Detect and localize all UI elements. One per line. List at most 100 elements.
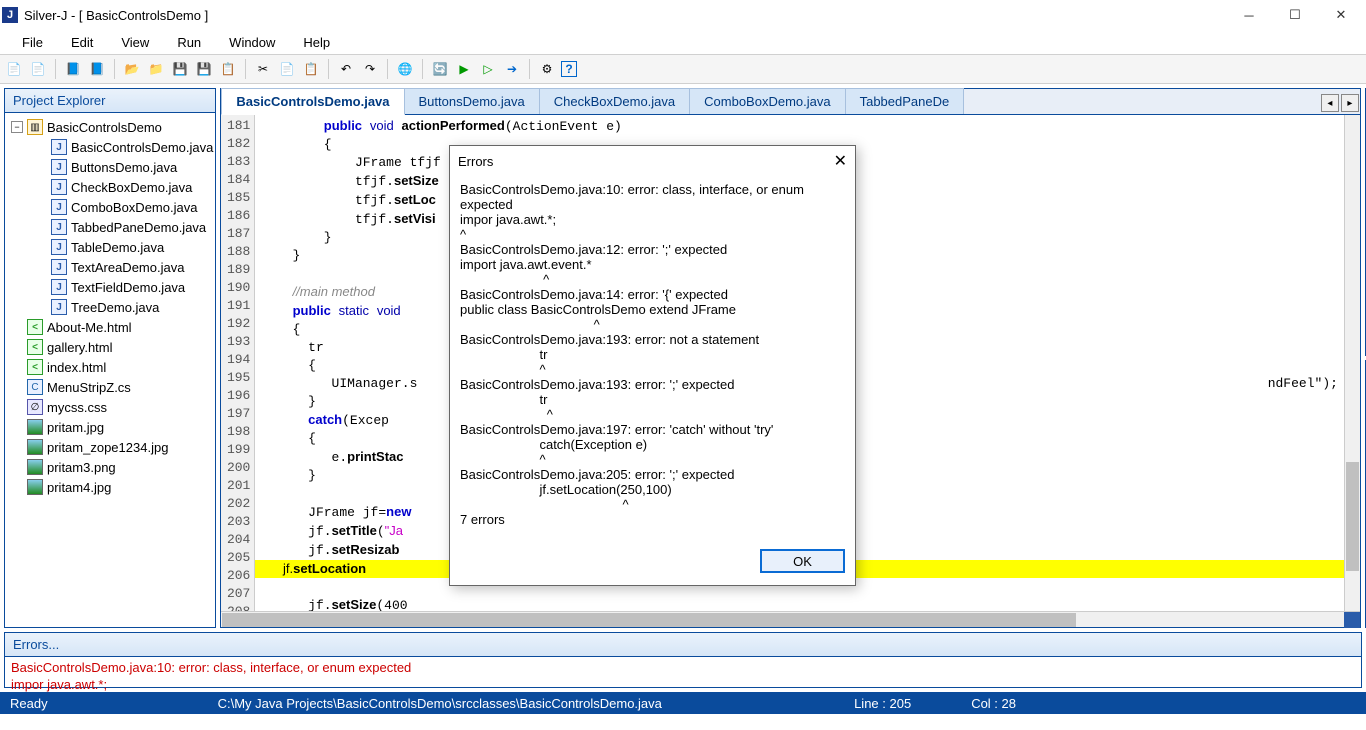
redo-icon[interactable]: ↷ xyxy=(360,59,380,79)
menu-view[interactable]: View xyxy=(107,32,163,53)
tree-item[interactable]: pritam_zope1234.jpg xyxy=(7,437,213,457)
titlebar: J Silver-J - [ BasicControlsDemo ] ─ ☐ ✕ xyxy=(0,0,1366,30)
java-file-icon: J xyxy=(51,199,67,215)
tree-item[interactable]: <About-Me.html xyxy=(7,317,213,337)
tree-item[interactable]: <gallery.html xyxy=(7,337,213,357)
tab-buttonsdemo[interactable]: ButtonsDemo.java xyxy=(404,88,540,114)
web-icon[interactable]: 🌐 xyxy=(395,59,415,79)
horizontal-scrollbar[interactable] xyxy=(221,611,1360,627)
html-file-icon: < xyxy=(27,319,43,335)
tab-scroll-right-icon[interactable]: ▸ xyxy=(1341,94,1359,112)
tab-checkboxdemo[interactable]: CheckBoxDemo.java xyxy=(539,88,690,114)
new-file-icon[interactable]: 📄 xyxy=(28,59,48,79)
vertical-scrollbar[interactable] xyxy=(1344,115,1360,611)
image-file-icon xyxy=(27,479,43,495)
tab-nav: ◂ ▸ xyxy=(1320,92,1360,114)
new-project-icon[interactable]: 📄 xyxy=(4,59,24,79)
menu-run[interactable]: Run xyxy=(163,32,215,53)
paste-icon[interactable]: 📋 xyxy=(301,59,321,79)
help-icon[interactable]: ? xyxy=(561,61,577,77)
close-button[interactable]: ✕ xyxy=(1318,0,1364,30)
dialog-ok-button[interactable]: OK xyxy=(760,549,845,573)
tree-label: CheckBoxDemo.java xyxy=(71,180,192,195)
toolbar: 📄 📄 📘 📘 📂 📁 💾 💾 📋 ✂ 📄 📋 ↶ ↷ 🌐 🔄 ▶ ▷ ➔ ⚙ … xyxy=(0,54,1366,84)
tree-label: ComboBoxDemo.java xyxy=(71,200,197,215)
tree-item[interactable]: C MenuStripZ.cs xyxy=(7,377,213,397)
tab-tabbedpanedemo[interactable]: TabbedPaneDe xyxy=(845,88,965,114)
dialog-body: BasicControlsDemo.java:10: error: class,… xyxy=(450,176,855,541)
tree-item[interactable]: JTabbedPaneDemo.java xyxy=(7,217,213,237)
properties-icon[interactable]: 📋 xyxy=(218,59,238,79)
new-package-icon[interactable]: 📘 xyxy=(87,59,107,79)
scrollbar-thumb[interactable] xyxy=(222,613,1076,627)
tree-item[interactable]: JButtonsDemo.java xyxy=(7,157,213,177)
app-icon: J xyxy=(2,7,18,23)
project-icon: ▥ xyxy=(27,119,43,135)
tree-label: TextFieldDemo.java xyxy=(71,280,185,295)
debug-icon[interactable]: ▷ xyxy=(478,59,498,79)
save-all-icon[interactable]: 💾 xyxy=(194,59,214,79)
tab-comboboxdemo[interactable]: ComboBoxDemo.java xyxy=(689,88,845,114)
tree-item[interactable]: JTextAreaDemo.java xyxy=(7,257,213,277)
tree-label: TableDemo.java xyxy=(71,240,164,255)
step-icon[interactable]: ➔ xyxy=(502,59,522,79)
new-class-icon[interactable]: 📘 xyxy=(63,59,83,79)
tree-item[interactable]: JTextFieldDemo.java xyxy=(7,277,213,297)
project-tree[interactable]: − ▥ BasicControlsDemo JBasicControlsDemo… xyxy=(5,113,215,627)
tree-label: index.html xyxy=(47,360,106,375)
open-icon[interactable]: 📁 xyxy=(146,59,166,79)
tree-label: mycss.css xyxy=(47,400,107,415)
minimize-button[interactable]: ─ xyxy=(1226,0,1272,30)
java-file-icon: J xyxy=(51,139,67,155)
java-file-icon: J xyxy=(51,239,67,255)
image-file-icon xyxy=(27,439,43,455)
tree-label: MenuStripZ.cs xyxy=(47,380,131,395)
status-path: C:\My Java Projects\BasicControlsDemo\sr… xyxy=(218,696,662,711)
line-gutter: 1811821831841851861871881891901911921931… xyxy=(221,115,255,611)
save-icon[interactable]: 💾 xyxy=(170,59,190,79)
menu-window[interactable]: Window xyxy=(215,32,289,53)
tree-label: TextAreaDemo.java xyxy=(71,260,184,275)
tree-item[interactable]: pritam.jpg xyxy=(7,417,213,437)
tree-item[interactable]: JCheckBoxDemo.java xyxy=(7,177,213,197)
java-file-icon: J xyxy=(51,159,67,175)
undo-icon[interactable]: ↶ xyxy=(336,59,356,79)
tree-item[interactable]: JTreeDemo.java xyxy=(7,297,213,317)
tree-item[interactable]: <index.html xyxy=(7,357,213,377)
error-line: BasicControlsDemo.java:10: error: class,… xyxy=(11,659,1355,676)
dialog-title: Errors xyxy=(458,154,493,169)
run-icon[interactable]: ▶ xyxy=(454,59,474,79)
error-line: impor java.awt.*; xyxy=(11,676,1355,693)
cs-file-icon: C xyxy=(27,379,43,395)
errors-dialog: Errors ✕ BasicControlsDemo.java:10: erro… xyxy=(449,145,856,586)
menu-help[interactable]: Help xyxy=(289,32,344,53)
tree-item[interactable]: J TableDemo.java xyxy=(7,237,213,257)
open-folder-icon[interactable]: 📂 xyxy=(122,59,142,79)
dialog-titlebar[interactable]: Errors ✕ xyxy=(450,146,855,176)
scrollbar-thumb[interactable] xyxy=(1346,462,1359,571)
tree-label: pritam3.png xyxy=(47,460,116,475)
errors-header: Errors... xyxy=(5,633,1361,657)
java-file-icon: J xyxy=(51,299,67,315)
errors-body: BasicControlsDemo.java:10: error: class,… xyxy=(5,657,1361,695)
refresh-icon[interactable]: 🔄 xyxy=(430,59,450,79)
menu-edit[interactable]: Edit xyxy=(57,32,107,53)
dialog-close-icon[interactable]: ✕ xyxy=(834,151,847,171)
maximize-button[interactable]: ☐ xyxy=(1272,0,1318,30)
copy-icon[interactable]: 📄 xyxy=(277,59,297,79)
tab-basiccontrolsdemo[interactable]: BasicControlsDemo.java xyxy=(221,88,404,115)
css-file-icon: ∅ xyxy=(27,399,43,415)
tree-project-root[interactable]: − ▥ BasicControlsDemo xyxy=(7,117,213,137)
tab-scroll-left-icon[interactable]: ◂ xyxy=(1321,94,1339,112)
errors-panel: Errors... BasicControlsDemo.java:10: err… xyxy=(4,632,1362,688)
tree-item[interactable]: pritam4.jpg xyxy=(7,477,213,497)
tree-item[interactable]: ∅ mycss.css xyxy=(7,397,213,417)
tree-item[interactable]: pritam3.png xyxy=(7,457,213,477)
tree-item[interactable]: JBasicControlsDemo.java xyxy=(7,137,213,157)
settings-icon[interactable]: ⚙ xyxy=(537,59,557,79)
cut-icon[interactable]: ✂ xyxy=(253,59,273,79)
status-col: Col : 28 xyxy=(971,696,1016,711)
menu-file[interactable]: File xyxy=(8,32,57,53)
collapse-icon[interactable]: − xyxy=(11,121,23,133)
tree-item[interactable]: J ComboBoxDemo.java xyxy=(7,197,213,217)
